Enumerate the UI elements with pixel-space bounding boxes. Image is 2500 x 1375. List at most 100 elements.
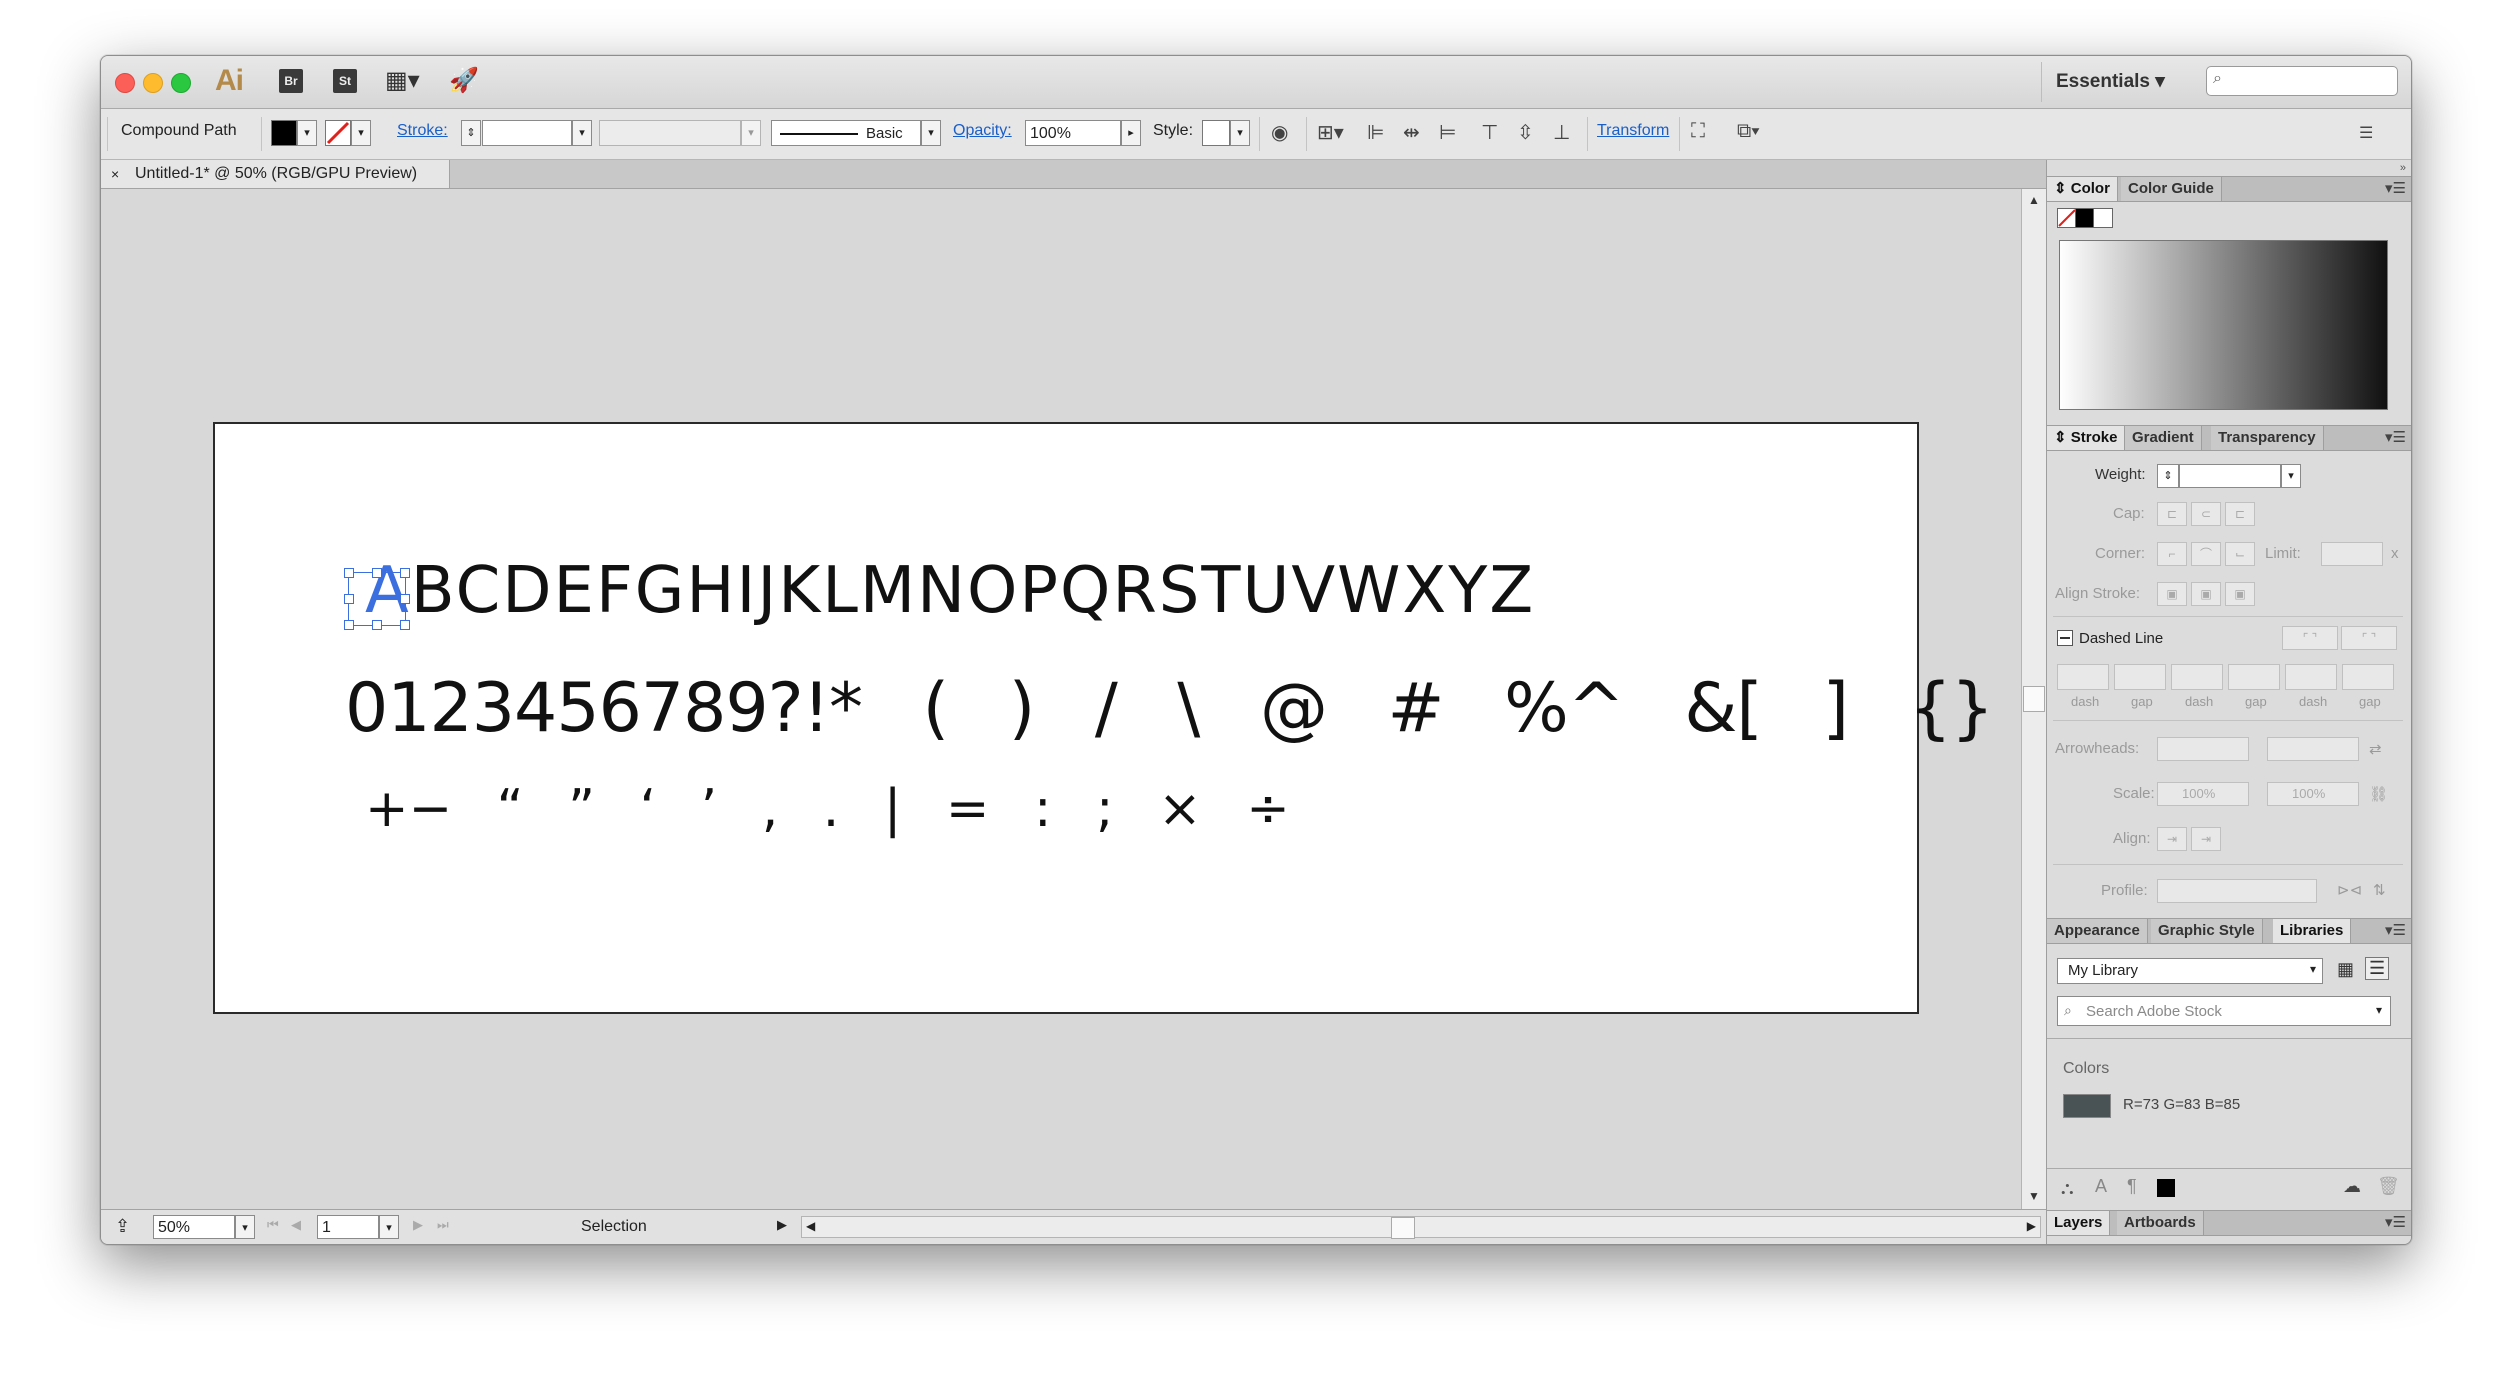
brush-definition[interactable]: Basic <box>771 120 921 146</box>
variable-width-dropdown[interactable]: ▾ <box>741 120 761 146</box>
scroll-right-arrow[interactable]: ▶ <box>2027 1219 2036 1233</box>
start-arrowhead-select[interactable] <box>2157 737 2249 761</box>
align-bottom-icon[interactable]: ⊥ <box>1553 120 1570 145</box>
color-spectrum-ramp[interactable] <box>2059 240 2388 410</box>
scroll-down-arrow[interactable]: ▼ <box>2028 1189 2040 1203</box>
scroll-up-arrow[interactable]: ▲ <box>2028 193 2040 207</box>
close-tab-icon[interactable]: × <box>111 160 119 188</box>
graphic-style-dropdown[interactable]: ▾ <box>1230 120 1250 146</box>
fill-dropdown[interactable]: ▾ <box>297 120 317 146</box>
recolor-artwork-icon[interactable]: ◉ <box>1271 120 1288 145</box>
gpu-performance-icon[interactable]: 🚀 <box>449 66 479 95</box>
creative-cloud-sync-icon[interactable]: ☁ <box>2343 1176 2361 1197</box>
zoom-dropdown[interactable]: ▾ <box>235 1215 255 1239</box>
selection-handle-r[interactable] <box>400 594 410 604</box>
align-vcenter-icon[interactable]: ⇳ <box>1517 120 1534 145</box>
canvas-area[interactable]: ABCDEFGHIJKLMNOPQRSTUVWXYZ 0123456789?!*… <box>101 189 2021 1209</box>
white-swatch[interactable] <box>2093 208 2113 228</box>
fill-none-swatch[interactable] <box>2057 208 2077 228</box>
list-view-icon[interactable]: ☰ <box>2365 957 2390 980</box>
dash-1-input[interactable] <box>2057 664 2109 690</box>
stroke-dropdown[interactable]: ▾ <box>351 120 371 146</box>
weight-dropdown[interactable]: ▾ <box>2281 464 2301 488</box>
first-artboard-icon[interactable]: ⏮ <box>267 1217 279 1233</box>
tab-graphic-styles[interactable]: Graphic Style <box>2151 919 2263 943</box>
tab-color[interactable]: ⇕ Color <box>2047 177 2118 201</box>
square-cap-button[interactable]: ⊏ <box>2225 502 2255 526</box>
selection-handle-t[interactable] <box>372 568 382 578</box>
share-icon[interactable]: ⇪ <box>115 1216 130 1237</box>
brush-dropdown[interactable]: ▾ <box>921 120 941 146</box>
gap-2-input[interactable] <box>2228 664 2280 690</box>
opacity-input[interactable]: 100% <box>1025 120 1121 146</box>
selection-handle-b[interactable] <box>372 620 382 630</box>
horizontal-scroll-thumb[interactable] <box>1391 1217 1415 1239</box>
dash-2-input[interactable] <box>2171 664 2223 690</box>
add-color-icon[interactable] <box>2157 1179 2175 1197</box>
selection-handle-tr[interactable] <box>400 568 410 578</box>
arrow-place-button[interactable]: ⇥ <box>2191 827 2221 851</box>
add-character-style-icon[interactable]: A <box>2095 1176 2107 1197</box>
library-color-swatch[interactable] <box>2063 1094 2111 1118</box>
end-arrowhead-select[interactable] <box>2267 737 2359 761</box>
align-stroke-inside-button[interactable]: ▣ <box>2191 582 2221 606</box>
artboard-number-input[interactable]: 1 <box>317 1215 379 1239</box>
arrange-documents-icon[interactable]: ▦▾ <box>385 66 420 95</box>
swap-arrowheads-icon[interactable]: ⇄ <box>2369 740 2382 758</box>
artboard-dropdown[interactable]: ▾ <box>379 1215 399 1239</box>
workspace-switcher[interactable]: Essentials ▾ <box>2056 70 2165 93</box>
tab-layers[interactable]: Layers <box>2047 1211 2111 1235</box>
layers-panel-menu-icon[interactable]: ▾☰ <box>2385 1213 2406 1231</box>
miter-limit-input[interactable] <box>2321 542 2383 566</box>
tab-stroke[interactable]: ⇕ Stroke <box>2047 426 2126 450</box>
link-scale-icon[interactable]: ⛓ <box>2369 785 2388 803</box>
butt-cap-button[interactable]: ⊏ <box>2157 502 2187 526</box>
opacity-slider-toggle[interactable]: ▸ <box>1121 120 1141 146</box>
libraries-panel-menu-icon[interactable]: ▾☰ <box>2385 921 2406 939</box>
end-scale-input[interactable]: 100% <box>2267 782 2359 806</box>
add-graphic-icon[interactable]: ⛬ <box>2061 1178 2074 1199</box>
tab-appearance[interactable]: Appearance <box>2047 919 2148 943</box>
weight-input[interactable] <box>2179 464 2281 488</box>
add-paragraph-style-icon[interactable]: ¶ <box>2127 1176 2137 1197</box>
round-join-button[interactable]: ⌒ <box>2191 542 2221 566</box>
selection-handle-br[interactable] <box>400 620 410 630</box>
bridge-button[interactable]: Br <box>279 69 303 93</box>
graphic-style-swatch[interactable] <box>1202 120 1230 146</box>
black-swatch[interactable] <box>2075 208 2095 228</box>
selection-handle-tl[interactable] <box>344 568 354 578</box>
zoom-window-button[interactable] <box>171 73 191 93</box>
align-left-icon[interactable]: ⊫ <box>1367 120 1384 145</box>
tab-artboards[interactable]: Artboards <box>2117 1211 2204 1235</box>
fill-swatch[interactable] <box>271 120 297 146</box>
transform-panel-link[interactable]: Transform <box>1597 122 1669 140</box>
align-stroke-center-button[interactable]: ▣ <box>2157 582 2187 606</box>
preserve-dashes-button[interactable]: ⌜ ⌝ <box>2282 626 2338 650</box>
stock-button[interactable]: St <box>333 69 357 93</box>
align-hcenter-icon[interactable]: ⇹ <box>1403 120 1420 145</box>
align-top-icon[interactable]: ⊤ <box>1481 120 1498 145</box>
dash-3-input[interactable] <box>2285 664 2337 690</box>
round-cap-button[interactable]: ⊂ <box>2191 502 2221 526</box>
vertical-scroll-thumb[interactable] <box>2023 686 2045 712</box>
zoom-level-input[interactable]: 50% <box>153 1215 235 1239</box>
selection-handle-bl[interactable] <box>344 620 354 630</box>
trash-icon[interactable]: 🗑 <box>2377 1176 2400 1197</box>
tab-color-guide[interactable]: Color Guide <box>2121 177 2222 201</box>
bevel-join-button[interactable]: ⌙ <box>2225 542 2255 566</box>
flip-along-icon[interactable]: ⊳⊲ <box>2337 881 2362 899</box>
stroke-panel-link[interactable]: Stroke: <box>397 122 448 140</box>
tab-gradient[interactable]: Gradient <box>2125 426 2202 450</box>
stroke-weight-input[interactable] <box>482 120 572 146</box>
collapse-panels-icon[interactable]: » <box>2400 162 2406 174</box>
start-scale-input[interactable]: 100% <box>2157 782 2249 806</box>
weight-stepper[interactable]: ⇕ <box>2157 464 2179 488</box>
stroke-weight-dropdown[interactable]: ▾ <box>572 120 592 146</box>
previous-artboard-icon[interactable]: ◀ <box>291 1217 301 1233</box>
numeral-symbol-glyph-row[interactable]: 0123456789?!* ( ) / \ @ # %^ &[ ] {} <box>345 669 1994 748</box>
opacity-panel-link[interactable]: Opacity: <box>953 122 1012 140</box>
punctuation-glyph-row[interactable]: +− “ ” ‘ ’ , . | = : ; × ÷ <box>365 779 1290 839</box>
profile-select[interactable] <box>2157 879 2317 903</box>
stock-search-input[interactable]: ⌕ Search Adobe Stock ▾ <box>2057 996 2391 1026</box>
color-panel-menu-icon[interactable]: ▾☰ <box>2385 179 2406 197</box>
